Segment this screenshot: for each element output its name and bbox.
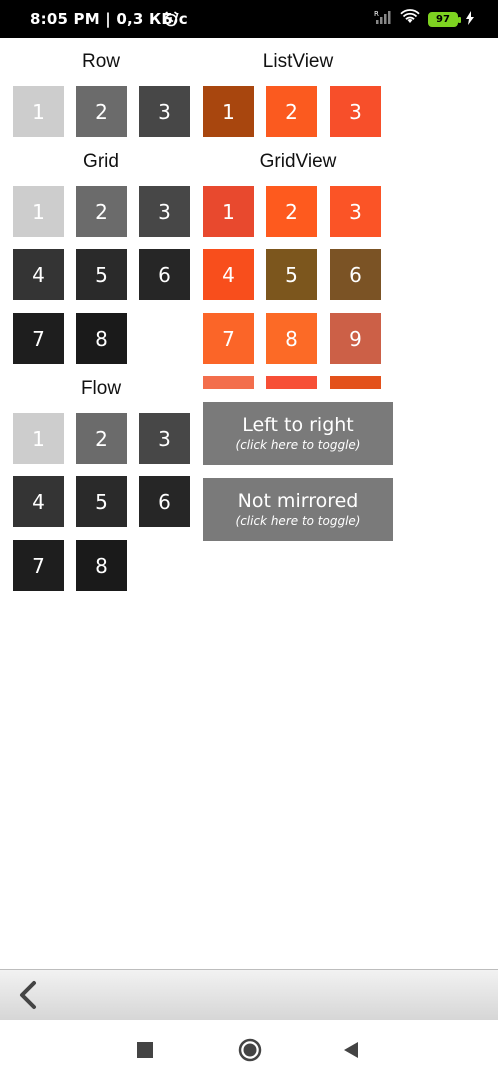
row-item: 2	[76, 86, 127, 137]
flow-item: 8	[76, 540, 127, 591]
gridview-item[interactable]: 4	[203, 249, 254, 300]
flow-item: 1	[13, 413, 64, 464]
row-header: Row	[81, 51, 120, 72]
svg-text:R: R	[374, 10, 379, 18]
alarm-icon	[163, 11, 179, 31]
layout-direction-hint: (click here to toggle)	[235, 438, 361, 452]
grid-item: 1	[13, 186, 64, 237]
listview-header: ListView	[262, 51, 334, 72]
listview-item[interactable]: 1	[203, 86, 254, 137]
grid-item: 7	[13, 313, 64, 364]
flow-item: 2	[76, 413, 127, 464]
mirror-hint: (click here to toggle)	[235, 514, 361, 528]
charging-icon	[466, 10, 474, 29]
flow-item: 7	[13, 540, 64, 591]
back-arrow-icon[interactable]	[14, 980, 44, 1010]
grid-item: 3	[139, 186, 190, 237]
status-bar: 8:05 PM | 0,3 КБ/с R 97	[0, 0, 498, 38]
gridview-item[interactable]: 3	[330, 186, 381, 237]
mirror-toggle[interactable]: Not mirrored (click here to toggle)	[203, 478, 393, 541]
mirror-label: Not mirrored	[237, 490, 359, 512]
layout-direction-toggle[interactable]: Left to right (click here to toggle)	[203, 402, 393, 465]
layout-direction-label: Left to right	[242, 414, 354, 436]
gridview-item[interactable]: 2	[266, 186, 317, 237]
grid-item: 5	[76, 249, 127, 300]
bottom-toolbar	[0, 969, 498, 1020]
flow-header: Flow	[80, 378, 122, 399]
gridview[interactable]: 1 2 3 4 5 6 7 8 9	[203, 186, 383, 389]
recents-icon[interactable]	[137, 1042, 153, 1058]
grid-item: 8	[76, 313, 127, 364]
signal-icon: R	[374, 9, 392, 29]
system-navigation-bar	[0, 1020, 498, 1080]
listview-item[interactable]: 3	[330, 86, 381, 137]
gridview-item[interactable]: 1	[203, 186, 254, 237]
grid-header: Grid	[83, 151, 119, 172]
row-item: 1	[13, 86, 64, 137]
gridview-item-partial[interactable]	[330, 376, 381, 389]
battery-icon: 97	[428, 11, 461, 27]
flow-item: 3	[139, 413, 190, 464]
gridview-item[interactable]: 7	[203, 313, 254, 364]
gridview-header: GridView	[259, 151, 337, 172]
gridview-item-partial[interactable]	[266, 376, 317, 389]
flow-item: 5	[76, 476, 127, 527]
grid-item: 4	[13, 249, 64, 300]
row-item: 3	[139, 86, 190, 137]
gridview-item[interactable]: 5	[266, 249, 317, 300]
gridview-item[interactable]: 8	[266, 313, 317, 364]
flow-item: 4	[13, 476, 64, 527]
grid-item: 6	[139, 249, 190, 300]
grid-item: 2	[76, 186, 127, 237]
gridview-item[interactable]: 9	[330, 313, 381, 364]
home-icon[interactable]	[238, 1038, 262, 1067]
gridview-item-partial[interactable]	[203, 376, 254, 389]
gridview-item[interactable]: 6	[330, 249, 381, 300]
listview-item[interactable]: 2	[266, 86, 317, 137]
back-icon[interactable]	[342, 1040, 360, 1065]
wifi-icon	[400, 9, 420, 29]
flow-item: 6	[139, 476, 190, 527]
